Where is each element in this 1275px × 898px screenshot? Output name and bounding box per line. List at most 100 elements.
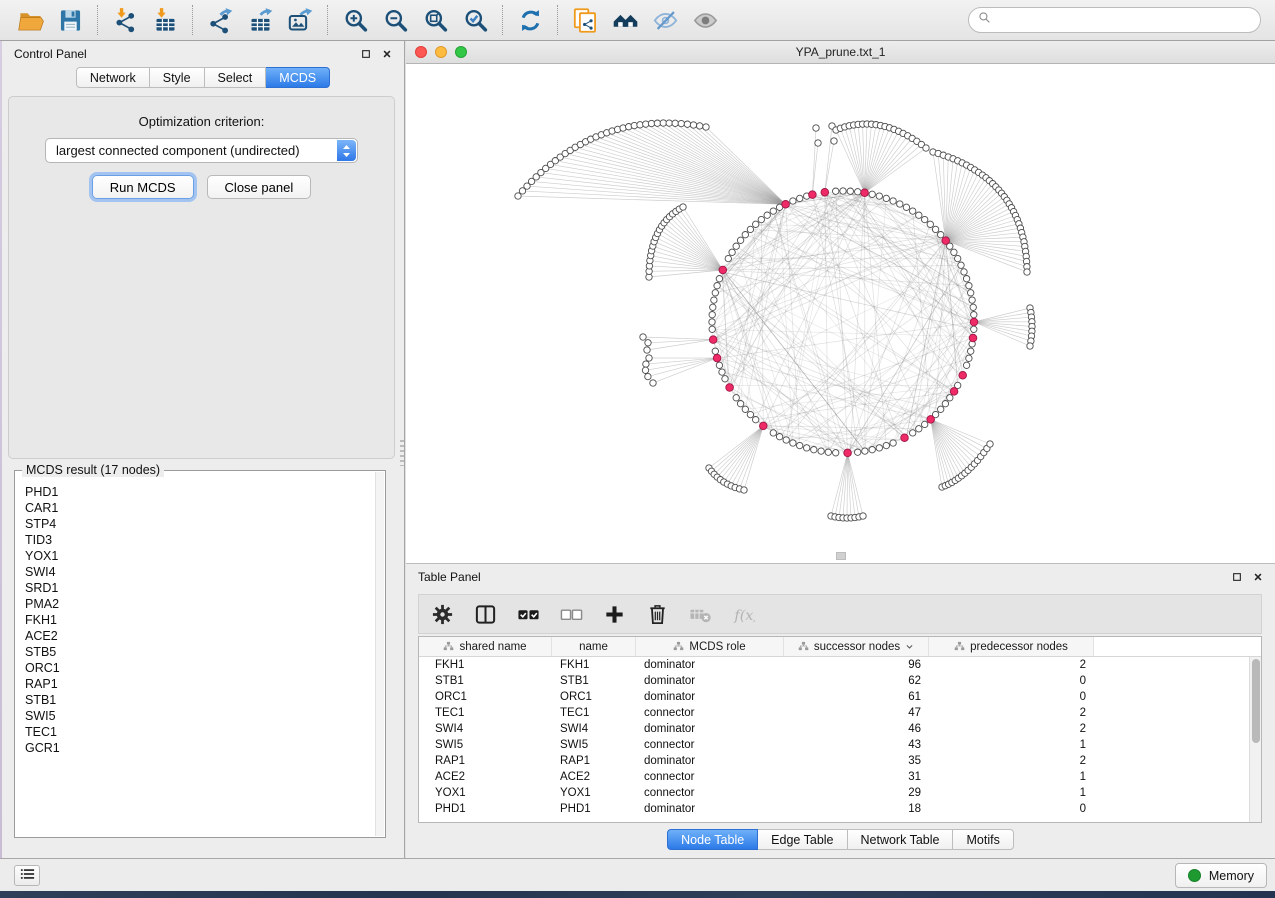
mcds-result-item[interactable]: TID3 (25, 532, 371, 548)
close-window-icon[interactable] (415, 46, 427, 58)
column-header-MCDS-role[interactable]: MCDS role (636, 637, 784, 656)
close-panel-icon[interactable] (1253, 572, 1263, 582)
hide-selected-button[interactable] (645, 3, 685, 37)
mcds-result-item[interactable]: STP4 (25, 516, 371, 532)
network-document-button[interactable] (565, 3, 605, 37)
tab-style[interactable]: Style (150, 67, 205, 88)
mcds-result-item[interactable]: SRD1 (25, 580, 371, 596)
add-column-button[interactable] (601, 601, 627, 627)
dropdown-stepper-icon[interactable] (337, 140, 356, 161)
memory-label: Memory (1209, 869, 1254, 883)
zoom-selected-button[interactable] (455, 3, 495, 37)
deselect-all-checkboxes-button[interactable] (558, 601, 584, 627)
show-all-button[interactable] (685, 3, 725, 37)
search-field[interactable] (968, 7, 1261, 33)
table-scrollbar-thumb[interactable] (1252, 659, 1260, 743)
mcds-result-item[interactable]: FKH1 (25, 612, 371, 628)
tab-edge-table[interactable]: Edge Table (758, 829, 847, 850)
mcds-result-item[interactable]: CAR1 (25, 500, 371, 516)
tab-mcds[interactable]: MCDS (266, 67, 330, 88)
float-panel-icon[interactable] (361, 49, 371, 59)
zoom-fit-button[interactable] (415, 3, 455, 37)
table-row[interactable]: YOX1YOX1connector291 (419, 785, 1261, 801)
export-table-button[interactable] (240, 3, 280, 37)
column-header-shared-name[interactable]: shared name (419, 637, 552, 656)
export-table-icon (247, 7, 274, 34)
mcds-result-item[interactable]: SWI4 (25, 564, 371, 580)
table-row[interactable]: SWI4SWI4dominator462 (419, 721, 1261, 737)
table-row[interactable]: ACE2ACE2connector311 (419, 769, 1261, 785)
cell-predecessor-nodes: 2 (929, 755, 1094, 767)
float-panel-icon[interactable] (1232, 572, 1242, 582)
function-builder-icon: f(x) (732, 603, 755, 626)
mcds-result-item[interactable]: RAP1 (25, 676, 371, 692)
save-session-icon (57, 7, 84, 34)
tab-motifs[interactable]: Motifs (953, 829, 1013, 850)
select-all-checkboxes-button[interactable] (515, 601, 541, 627)
cell-predecessor-nodes: 0 (929, 691, 1094, 703)
network-window-titlebar[interactable]: YPA_prune.txt_1 (406, 41, 1275, 64)
mcds-result-item[interactable]: SWI5 (25, 708, 371, 724)
table-row[interactable]: TEC1TEC1connector472 (419, 705, 1261, 721)
mcds-result-list[interactable]: PHD1CAR1STP4TID3YOX1SWI4SRD1PMA2FKH1ACE2… (25, 484, 371, 833)
close-panel-icon[interactable] (382, 49, 392, 59)
task-history-button[interactable] (14, 865, 40, 886)
refresh-button[interactable] (510, 3, 550, 37)
column-header-name[interactable]: name (552, 637, 636, 656)
memory-button[interactable]: Memory (1175, 863, 1267, 888)
tab-network-table[interactable]: Network Table (848, 829, 954, 850)
mcds-result-item[interactable]: PHD1 (25, 484, 371, 500)
open-file-button[interactable] (10, 3, 50, 37)
mcds-result-item[interactable]: STB5 (25, 644, 371, 660)
search-input[interactable] (997, 13, 1251, 27)
table-row[interactable]: RAP1RAP1dominator352 (419, 753, 1261, 769)
table-row[interactable]: FKH1FKH1dominator962 (419, 657, 1261, 673)
sort-chevron-icon (905, 642, 914, 651)
zoom-out-button[interactable] (375, 3, 415, 37)
column-header-predecessor-nodes[interactable]: predecessor nodes (929, 637, 1094, 656)
tab-network[interactable]: Network (76, 67, 150, 88)
mcds-result-item[interactable]: PMA2 (25, 596, 371, 612)
cell-name: SWI4 (552, 723, 636, 735)
mcds-result-item[interactable]: TEC1 (25, 724, 371, 740)
mcds-result-item[interactable]: YOX1 (25, 548, 371, 564)
export-image-button[interactable] (280, 3, 320, 37)
panel-splitter-grip[interactable] (400, 440, 404, 466)
zoom-window-icon[interactable] (455, 46, 467, 58)
table-row[interactable]: STB1STB1dominator620 (419, 673, 1261, 689)
delete-column-icon (646, 603, 669, 626)
save-session-button[interactable] (50, 3, 90, 37)
mcds-result-scrollbar[interactable] (375, 472, 384, 836)
run-mcds-button[interactable]: Run MCDS (92, 175, 194, 199)
table-row[interactable]: PHD1PHD1dominator180 (419, 801, 1261, 817)
open-file-icon (17, 7, 44, 34)
splitter-grip[interactable] (836, 552, 846, 560)
minimize-window-icon[interactable] (435, 46, 447, 58)
mcds-result-item[interactable]: STB1 (25, 692, 371, 708)
mcds-result-item[interactable]: ORC1 (25, 660, 371, 676)
table-row[interactable]: ORC1ORC1dominator610 (419, 689, 1261, 705)
tab-node-table[interactable]: Node Table (667, 829, 758, 850)
settings-gear-button[interactable] (429, 601, 455, 627)
first-neighbors-button[interactable] (605, 3, 645, 37)
mcds-result-item[interactable]: ACE2 (25, 628, 371, 644)
cell-successor-nodes: 47 (784, 707, 929, 719)
mcds-result-item[interactable]: GCR1 (25, 740, 371, 756)
tab-select[interactable]: Select (205, 67, 267, 88)
optimization-criterion-label: Optimization criterion: (9, 114, 394, 129)
optimization-criterion-dropdown[interactable]: largest connected component (undirected) (45, 138, 358, 163)
table-scrollbar[interactable] (1249, 657, 1261, 822)
namespace-tree-icon (954, 641, 965, 652)
export-network-button[interactable] (200, 3, 240, 37)
zoom-in-button[interactable] (335, 3, 375, 37)
cell-name: TEC1 (552, 707, 636, 719)
delete-column-button[interactable] (644, 601, 670, 627)
cell-shared-name: TEC1 (419, 707, 552, 719)
table-row[interactable]: SWI5SWI5connector431 (419, 737, 1261, 753)
column-header-successor-nodes[interactable]: successor nodes (784, 637, 929, 656)
column-layout-button[interactable] (472, 601, 498, 627)
close-panel-button[interactable]: Close panel (207, 175, 312, 199)
import-network-button[interactable] (105, 3, 145, 37)
network-canvas[interactable] (406, 64, 1275, 563)
import-table-button[interactable] (145, 3, 185, 37)
